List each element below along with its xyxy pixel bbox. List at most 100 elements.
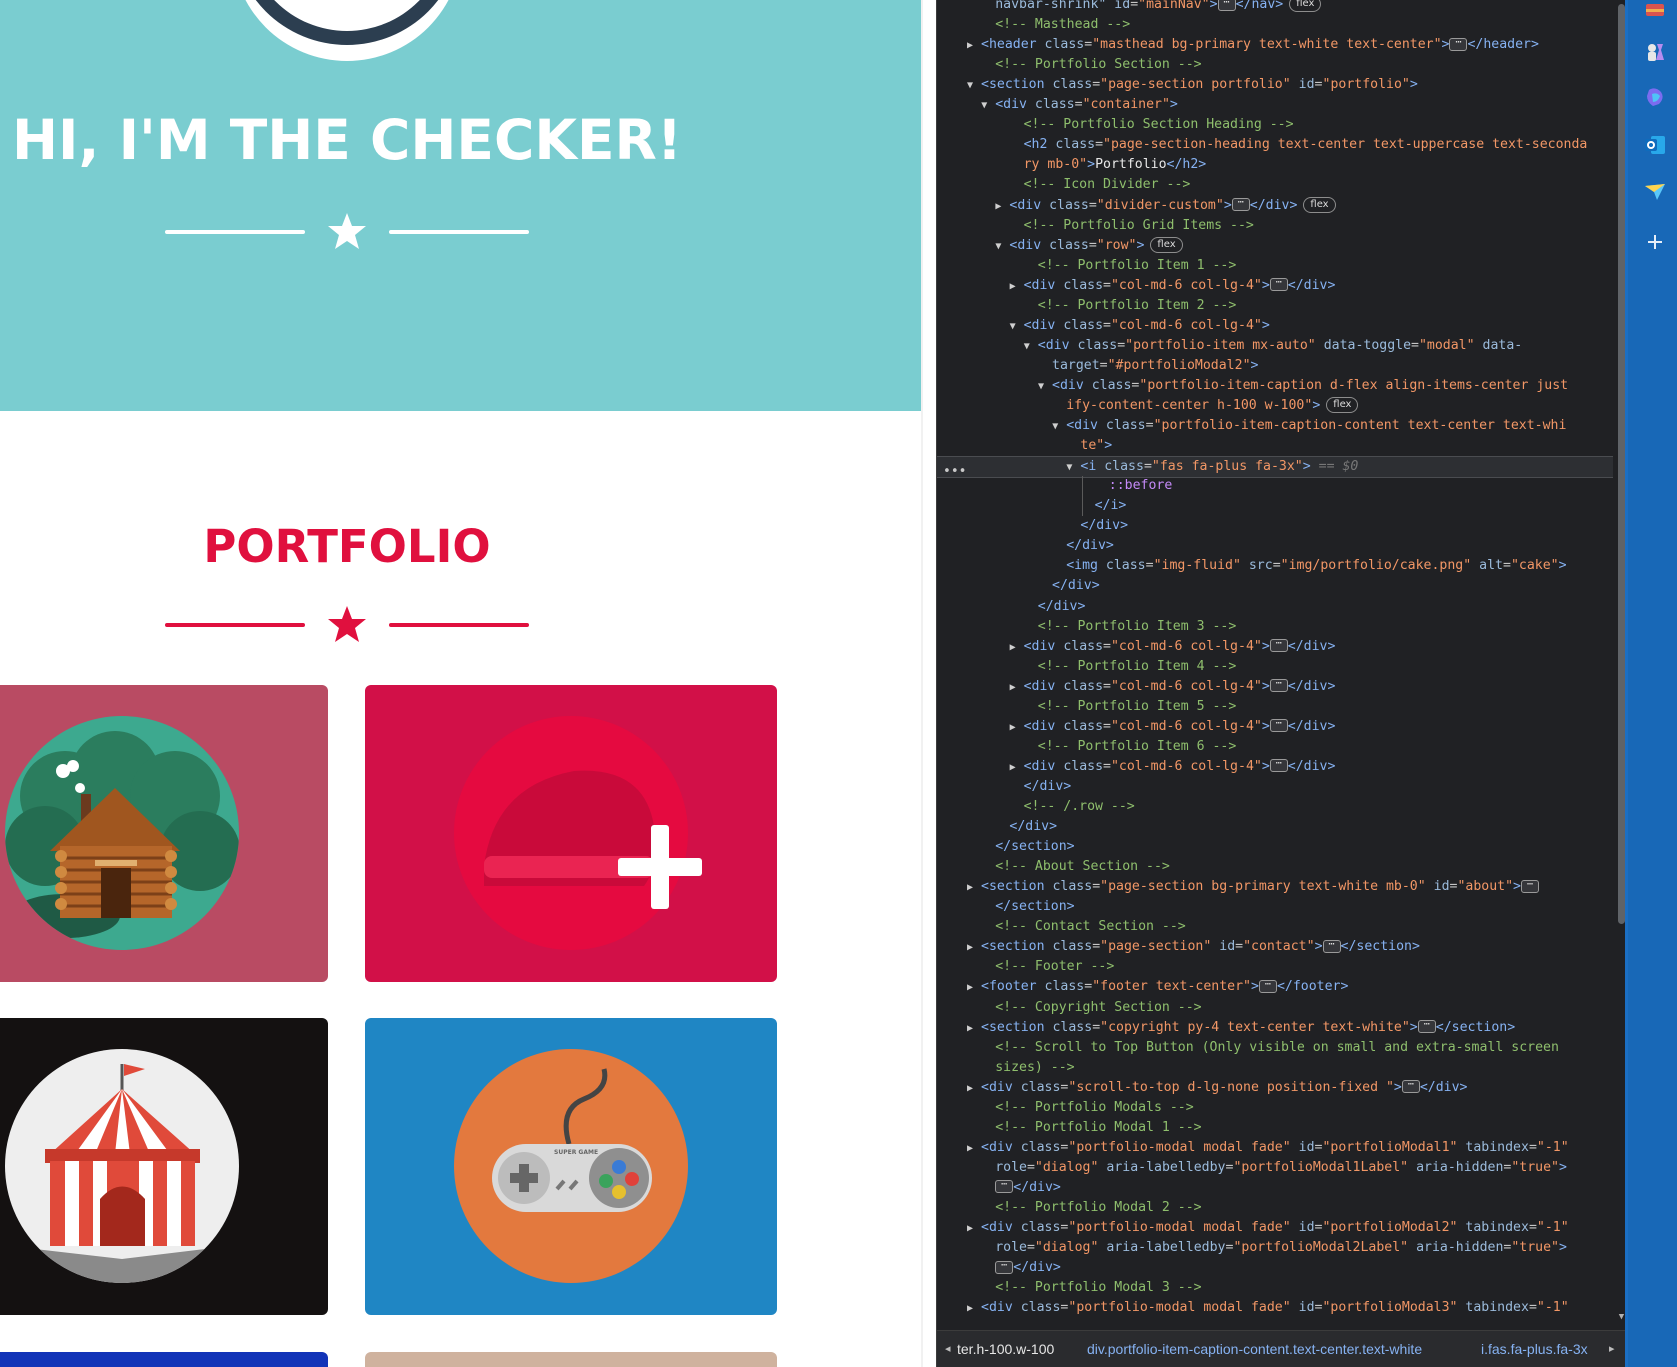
dom-node-line[interactable]: ▼ <div class="container"> (937, 95, 1178, 115)
dom-node-line[interactable]: role="dialog" aria-labelledby="portfolio… (937, 1158, 1567, 1178)
dom-node-line[interactable]: <!-- Portfolio Item 4 --> (937, 657, 1237, 677)
expand-triangle-icon[interactable]: ▼ (981, 96, 995, 116)
expand-triangle-icon[interactable]: ▼ (1010, 317, 1024, 337)
collapse-triangle-icon[interactable]: ▶ (967, 1019, 981, 1039)
dom-node-line[interactable]: </div> (937, 777, 1072, 797)
dom-node-line[interactable]: <!-- Footer --> (937, 957, 1114, 977)
add-icon[interactable] (1643, 230, 1667, 254)
dom-node-line[interactable]: ▶ <div class="portfolio-modal modal fade"… (937, 1138, 1569, 1158)
dom-node-line[interactable]: <!-- Portfolio Item 5 --> (937, 697, 1237, 717)
dom-node-line[interactable]: te"> (937, 436, 1112, 456)
dom-node-line[interactable]: <!-- Portfolio Section Heading --> (937, 115, 1294, 135)
dom-node-line[interactable]: ▼ <section class="page-section portfolio"… (937, 75, 1418, 95)
dom-node-line[interactable]: <!-- Copyright Section --> (937, 998, 1201, 1018)
dom-node-line[interactable]: sizes) --> (937, 1058, 1074, 1078)
dom-node-line[interactable]: <!-- Portfolio Item 6 --> (937, 737, 1237, 757)
dom-node-line[interactable]: <!-- Portfolio Item 2 --> (937, 296, 1237, 316)
collapse-triangle-icon[interactable]: ▶ (967, 978, 981, 998)
breadcrumb-item-selected[interactable]: i.fas.fa-plus.fa-3x (1481, 1331, 1588, 1367)
dom-node-line[interactable]: <!-- Portfolio Modals --> (937, 1098, 1194, 1118)
dom-node-line[interactable]: ▶ <section class="copyright py-4 text-cen… (937, 1018, 1515, 1038)
dom-node-line[interactable]: ▶ <div class="portfolio-modal modal fade"… (937, 1218, 1569, 1238)
collapse-triangle-icon[interactable]: ▶ (1010, 638, 1024, 658)
collapse-triangle-icon[interactable]: ▶ (1010, 678, 1024, 698)
dom-node-line[interactable]: ▶ <section class="page-section bg-primary… (937, 877, 1539, 897)
portfolio-item-cabin[interactable] (0, 685, 328, 982)
dom-node-line[interactable]: <!-- Portfolio Modal 3 --> (937, 1278, 1201, 1298)
dom-node-line[interactable]: <!-- Scroll to Top Button (Only visible … (937, 1038, 1559, 1058)
dom-node-line[interactable]: ry mb-0">Portfolio</h2> (937, 155, 1207, 175)
dom-node-line[interactable]: ::before (937, 476, 1173, 496)
devtools-scrollbar-thumb[interactable] (1618, 4, 1625, 924)
dom-node-line[interactable]: ▶ <div class="col-md-6 col-lg-4"> ⋯ </div> (937, 677, 1336, 698)
collapse-triangle-icon[interactable]: ▶ (1010, 758, 1024, 778)
dom-node-line[interactable]: ▶ <div class="portfolio-modal modal fade"… (937, 1298, 1569, 1318)
dom-node-line[interactable]: <!-- /.row --> (937, 797, 1135, 817)
expand-triangle-icon[interactable]: ▼ (1066, 458, 1080, 478)
collapse-triangle-icon[interactable]: ▶ (967, 878, 981, 898)
dom-node-line[interactable]: </div> (937, 597, 1086, 617)
collapse-triangle-icon[interactable]: ▶ (967, 36, 981, 56)
dom-node-line[interactable]: target="#portfolioModal2"> (937, 356, 1258, 376)
dom-node-line[interactable]: ▼ <div class="portfolio-item mx-auto" dat… (937, 336, 1522, 356)
expand-triangle-icon[interactable]: ▼ (1038, 377, 1052, 397)
dom-node-line[interactable]: ▶ <section class="page-section" id="conta… (937, 937, 1420, 957)
send-icon[interactable] (1643, 180, 1667, 204)
dom-node-line[interactable]: ▶ <footer class="footer text-center"> ⋯ </f… (937, 977, 1348, 997)
dom-node-line[interactable]: ▶ <div class="scroll-to-top d-lg-none pos… (937, 1078, 1468, 1098)
dom-node-line[interactable]: <!-- Contact Section --> (937, 917, 1186, 937)
dom-node-line[interactable]: <!-- Icon Divider --> (937, 175, 1191, 195)
dom-node-line[interactable]: ▶ <header class="masthead bg-primary text… (937, 35, 1539, 55)
dom-node-line[interactable]: ⋯ </div> (937, 1258, 1061, 1278)
dom-node-line[interactable]: ⋯ </div> (937, 1178, 1061, 1198)
breadcrumb-item[interactable]: ter.h-100.w-100 (957, 1331, 1054, 1367)
portfolio-item-circus[interactable] (0, 1018, 328, 1315)
dom-node-line[interactable]: </div> (937, 516, 1128, 536)
dom-node-line[interactable]: </i> (937, 496, 1127, 516)
portfolio-item-game[interactable]: SUPER GAME (365, 1018, 777, 1315)
portfolio-item-6[interactable] (365, 1352, 777, 1367)
selected-node-marker[interactable]: ••• (943, 464, 966, 479)
dom-node-line[interactable]: ▼ <div class="row"> flex (937, 236, 1183, 256)
collapse-triangle-icon[interactable]: ▶ (1010, 718, 1024, 738)
expand-triangle-icon[interactable]: ▼ (1052, 417, 1066, 437)
page-scrollbar[interactable] (921, 0, 923, 1367)
dom-node-line[interactable]: </section> (937, 897, 1074, 917)
expand-triangle-icon[interactable]: ▼ (995, 237, 1009, 257)
breadcrumb-item[interactable]: div.portfolio-item-caption-content.text-… (1087, 1331, 1422, 1367)
collapse-triangle-icon[interactable]: ▶ (967, 1219, 981, 1239)
dom-node-line[interactable]: </div> (937, 817, 1057, 837)
collapse-triangle-icon[interactable]: ▶ (967, 1139, 981, 1159)
dom-node-line[interactable]: <!-- Portfolio Section --> (937, 55, 1201, 75)
dom-node-line[interactable]: ▶ <div class="col-md-6 col-lg-4"> ⋯ </div> (937, 717, 1336, 738)
dom-node-line[interactable]: <!-- Portfolio Item 3 --> (937, 617, 1237, 637)
dom-node-line[interactable]: </div> (937, 536, 1114, 556)
portfolio-item-5[interactable] (0, 1352, 328, 1367)
breadcrumb-right-arrow-icon[interactable]: ▸ (1609, 1331, 1615, 1367)
dom-node-line[interactable]: <!-- About Section --> (937, 857, 1170, 877)
chess-icon[interactable] (1643, 40, 1667, 64)
collapse-triangle-icon[interactable]: ▶ (967, 938, 981, 958)
toolbox-icon[interactable] (1643, 0, 1667, 24)
collapse-triangle-icon[interactable]: ▶ (995, 197, 1009, 217)
dom-node-selected[interactable]: ▼ <i class="fas fa-plus fa-3x"> == $0 (937, 456, 1613, 479)
dom-node-line[interactable]: <!-- Portfolio Modal 1 --> (937, 1118, 1201, 1138)
dom-node-line[interactable]: ▶ <div class="divider-custom"> ⋯ </div> flex (937, 196, 1336, 216)
collapse-triangle-icon[interactable]: ▶ (967, 1079, 981, 1099)
dom-node-line[interactable]: <img class="img-fluid" src="img/portfoli… (937, 556, 1566, 576)
expand-triangle-icon[interactable]: ▼ (967, 76, 981, 96)
dom-node-line[interactable]: ▶ <div class="col-md-6 col-lg-4"> ⋯ </div> (937, 637, 1336, 658)
dom-node-line[interactable]: </section> (937, 837, 1074, 857)
dom-node-line[interactable]: <!-- Portfolio Item 1 --> (937, 256, 1237, 276)
dom-node-line[interactable]: <!-- Masthead --> (937, 15, 1130, 35)
collapse-triangle-icon[interactable]: ▶ (1010, 277, 1024, 297)
dom-node-line[interactable]: role="dialog" aria-labelledby="portfolio… (937, 1238, 1567, 1258)
dom-node-line[interactable]: navbar-shrink" id="mainNav"> ⋯ </nav> flex (937, 0, 1322, 15)
dom-node-line[interactable]: ▼ <div class="portfolio-item-caption d-fl… (937, 376, 1568, 396)
dom-node-line[interactable]: ▼ <div class="col-md-6 col-lg-4"> (937, 316, 1270, 336)
dom-node-line[interactable]: ▶ <div class="col-md-6 col-lg-4"> ⋯ </div> (937, 757, 1336, 778)
collapse-triangle-icon[interactable]: ▶ (967, 1299, 981, 1319)
portfolio-item-cake[interactable] (365, 685, 777, 982)
dom-node-line[interactable]: </div> (937, 576, 1100, 596)
dom-node-line[interactable]: ▶ <div class="col-md-6 col-lg-4"> ⋯ </div> (937, 276, 1336, 297)
